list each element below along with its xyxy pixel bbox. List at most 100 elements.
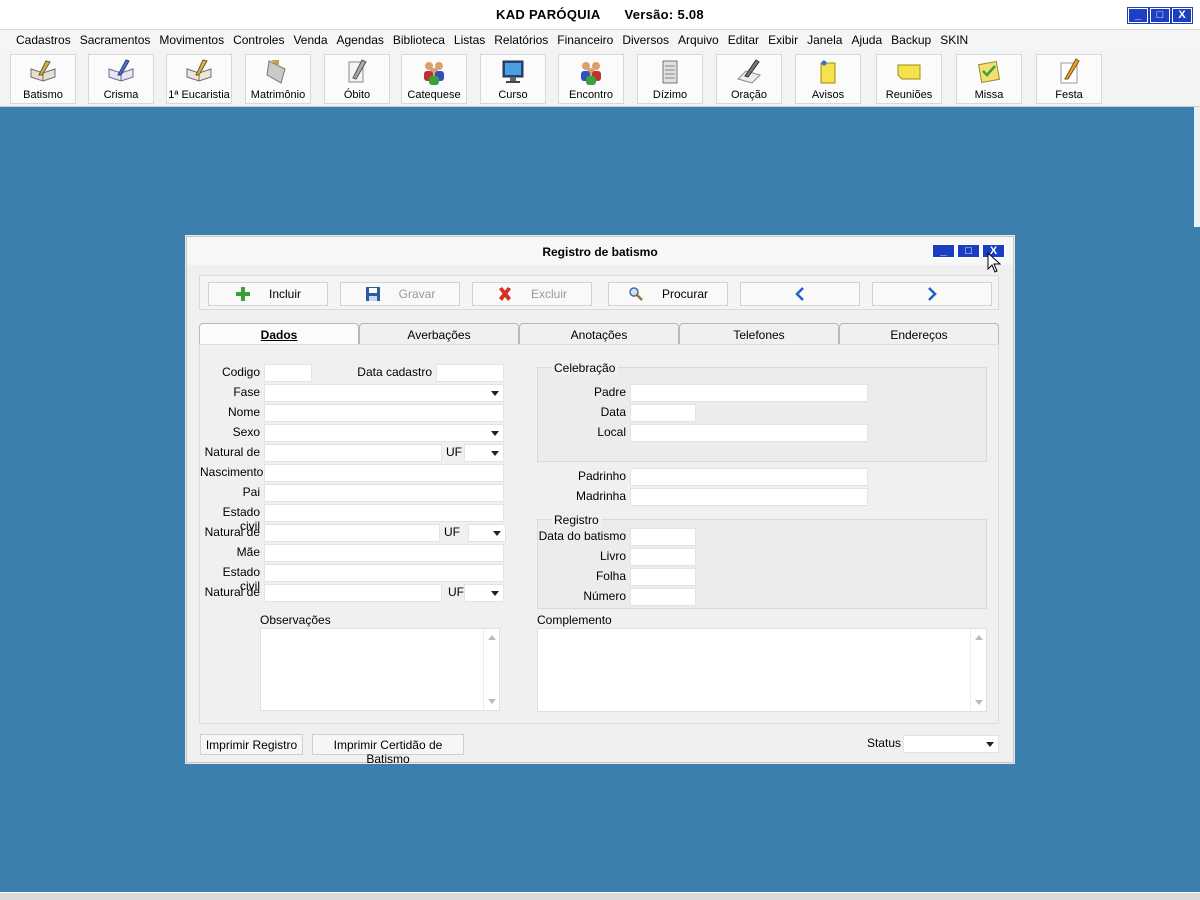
menu-biblioteca[interactable]: Biblioteca bbox=[393, 33, 445, 47]
menu-diversos[interactable]: Diversos bbox=[622, 33, 669, 47]
menu-exibir[interactable]: Exibir bbox=[768, 33, 798, 47]
complemento-scrollbar[interactable] bbox=[970, 629, 986, 711]
dialog-minimize-button[interactable]: _ bbox=[932, 244, 955, 258]
menu-cadastros[interactable]: Cadastros bbox=[16, 33, 71, 47]
observacoes-scrollbar[interactable] bbox=[483, 629, 499, 710]
chevron-down-icon bbox=[487, 585, 503, 601]
toolbar-missa-button[interactable]: Missa bbox=[956, 54, 1022, 104]
chevron-down-icon bbox=[982, 736, 998, 752]
maximize-button[interactable]: □ bbox=[1149, 7, 1171, 24]
tab-telefones[interactable]: Telefones bbox=[679, 323, 839, 344]
padrinho-field[interactable] bbox=[630, 468, 868, 486]
toolbar-batismo-button[interactable]: Batismo bbox=[10, 54, 76, 104]
toolbar-label: Óbito bbox=[343, 89, 371, 101]
menu-venda[interactable]: Venda bbox=[293, 33, 327, 47]
natural-de-pai-field[interactable] bbox=[264, 524, 440, 542]
main-window-controls: _ □ X bbox=[1127, 7, 1193, 24]
menu-arquivo[interactable]: Arquivo bbox=[678, 33, 719, 47]
pai-field[interactable] bbox=[264, 484, 504, 502]
livro-field[interactable] bbox=[630, 548, 696, 566]
status-select[interactable] bbox=[903, 735, 999, 753]
toolbar-avisos-button[interactable]: Avisos bbox=[795, 54, 861, 104]
menubar: Cadastros Sacramentos Movimentos Control… bbox=[0, 30, 1200, 50]
padre-label: Padre bbox=[593, 385, 626, 399]
natural-de-field[interactable] bbox=[264, 444, 442, 462]
menu-sacramentos[interactable]: Sacramentos bbox=[80, 33, 151, 47]
toolbar-catequese-button[interactable]: Catequese bbox=[401, 54, 467, 104]
tab-averbacoes[interactable]: Averbações bbox=[359, 323, 519, 344]
uf-mae-label: UF bbox=[448, 585, 464, 599]
stack-icon bbox=[662, 60, 678, 84]
data-batismo-field[interactable] bbox=[630, 528, 696, 546]
uf-mae-select[interactable] bbox=[464, 584, 504, 602]
madrinha-field[interactable] bbox=[630, 488, 868, 506]
menu-controles[interactable]: Controles bbox=[233, 33, 284, 47]
registro-batismo-dialog: Registro de batismo _ □ X Incluir Gravar… bbox=[186, 236, 1014, 766]
toolbar-label: Dízimo bbox=[652, 89, 688, 101]
chevron-right-icon bbox=[928, 287, 937, 301]
toolbar-crisma-button[interactable]: Crisma bbox=[88, 54, 154, 104]
chevron-down-icon bbox=[487, 385, 503, 401]
uf-select[interactable] bbox=[464, 444, 504, 462]
toolbar-dizimo-button[interactable]: Dízimo bbox=[637, 54, 703, 104]
next-record-button[interactable] bbox=[872, 282, 992, 306]
toolbar-eucaristia-button[interactable]: 1ª Eucaristia bbox=[166, 54, 232, 104]
imprimir-certidao-button[interactable]: Imprimir Certidão de Batismo bbox=[312, 734, 464, 766]
toolbar-encontro-button[interactable]: Encontro bbox=[558, 54, 624, 104]
uf-label: UF bbox=[446, 445, 462, 459]
toolbar-reunioes-button[interactable]: Reuniões bbox=[876, 54, 942, 104]
folha-label: Folha bbox=[595, 569, 626, 583]
monitor-icon bbox=[502, 60, 524, 83]
imprimir-registro-button[interactable]: Imprimir Registro bbox=[200, 734, 303, 755]
estado-civil-pai-field[interactable] bbox=[264, 504, 504, 522]
local-field[interactable] bbox=[630, 424, 868, 442]
natural-de-pai-label: Natural de bbox=[204, 525, 260, 539]
menu-listas[interactable]: Listas bbox=[454, 33, 485, 47]
close-button[interactable]: X bbox=[1171, 7, 1193, 24]
data-cadastro-field[interactable] bbox=[436, 364, 504, 382]
previous-record-button[interactable] bbox=[740, 282, 860, 306]
tab-anotacoes[interactable]: Anotações bbox=[519, 323, 679, 344]
incluir-button[interactable]: Incluir bbox=[208, 282, 328, 306]
data-celebracao-field[interactable] bbox=[630, 404, 696, 422]
estado-civil-mae-field[interactable] bbox=[264, 564, 504, 582]
dialog-maximize-button[interactable]: □ bbox=[957, 244, 980, 258]
menu-ajuda[interactable]: Ajuda bbox=[851, 33, 882, 47]
complemento-textarea[interactable] bbox=[537, 628, 987, 712]
tab-dados[interactable]: Dados bbox=[199, 323, 359, 345]
toolbar-curso-button[interactable]: Curso bbox=[480, 54, 546, 104]
excluir-button[interactable]: Excluir bbox=[472, 282, 592, 306]
nascimento-field[interactable] bbox=[264, 464, 504, 482]
minimize-button[interactable]: _ bbox=[1127, 7, 1149, 24]
procurar-button[interactable]: Procurar bbox=[608, 282, 728, 306]
menu-agendas[interactable]: Agendas bbox=[337, 33, 384, 47]
mae-field[interactable] bbox=[264, 544, 504, 562]
numero-field[interactable] bbox=[630, 588, 696, 606]
toolbar-oracao-button[interactable]: Oração bbox=[716, 54, 782, 104]
menu-movimentos[interactable]: Movimentos bbox=[159, 33, 224, 47]
toolbar-festa-button[interactable]: Festa bbox=[1036, 54, 1102, 104]
toolbar-obito-button[interactable]: Óbito bbox=[324, 54, 390, 104]
menu-skin[interactable]: SKIN bbox=[940, 33, 968, 47]
observacoes-textarea[interactable] bbox=[260, 628, 500, 711]
menu-editar[interactable]: Editar bbox=[728, 33, 759, 47]
folha-field[interactable] bbox=[630, 568, 696, 586]
nome-field[interactable] bbox=[264, 404, 504, 422]
natural-de-mae-field[interactable] bbox=[264, 584, 442, 602]
window-edge bbox=[1194, 107, 1200, 227]
menu-janela[interactable]: Janela bbox=[807, 33, 842, 47]
menu-financeiro[interactable]: Financeiro bbox=[557, 33, 613, 47]
note-pin-icon bbox=[820, 60, 836, 84]
livro-label: Livro bbox=[599, 549, 626, 563]
menu-relatorios[interactable]: Relatórios bbox=[494, 33, 548, 47]
fase-select[interactable] bbox=[264, 384, 504, 402]
padre-field[interactable] bbox=[630, 384, 868, 402]
toolbar-matrimonio-button[interactable]: Matrimônio bbox=[245, 54, 311, 104]
codigo-field[interactable] bbox=[264, 364, 312, 382]
sexo-select[interactable] bbox=[264, 424, 504, 442]
menu-backup[interactable]: Backup bbox=[891, 33, 931, 47]
uf-pai-select[interactable] bbox=[468, 524, 506, 542]
dialog-title: Registro de batismo bbox=[542, 245, 658, 259]
gravar-button[interactable]: Gravar bbox=[340, 282, 460, 306]
tab-enderecos[interactable]: Endereços bbox=[839, 323, 999, 344]
